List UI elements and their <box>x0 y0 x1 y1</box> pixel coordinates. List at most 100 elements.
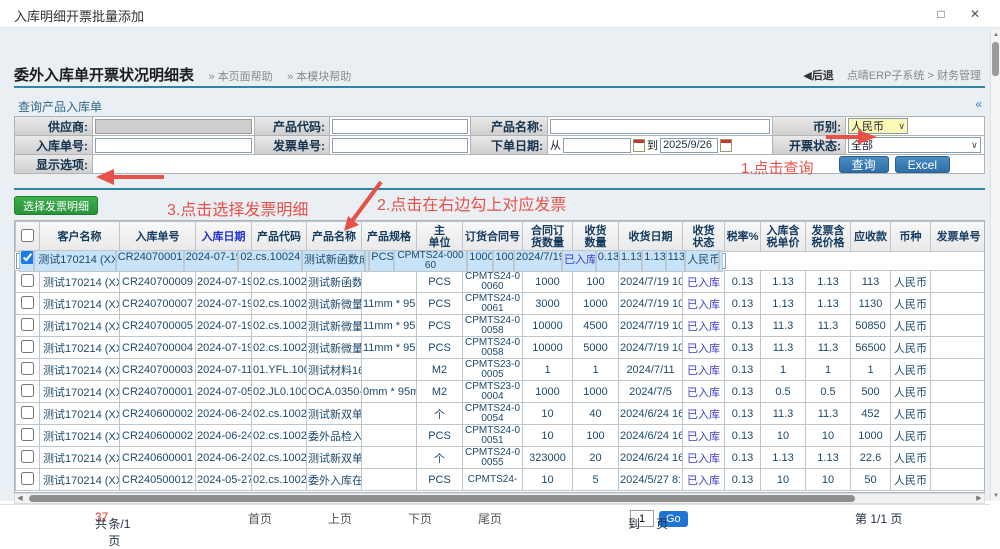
column-header-14[interactable]: 发票含 税价格 <box>806 222 851 252</box>
row-checkbox[interactable] <box>21 340 34 353</box>
select-invoice-detail-button[interactable]: 选择发票明细 <box>14 196 98 215</box>
scroll-left-icon[interactable]: ◀ <box>15 494 25 503</box>
collapse-icon[interactable]: « <box>975 97 982 111</box>
row-checkbox[interactable] <box>21 450 34 463</box>
breadcrumb: ◀后退 点晴ERP子系统 > 财务管理 <box>803 67 981 83</box>
row-checkbox[interactable] <box>21 428 34 441</box>
close-icon[interactable]: ✕ <box>964 5 986 23</box>
goto-page: 到页Go <box>628 510 688 527</box>
cell: 0.13 <box>725 447 761 469</box>
row-checkbox[interactable] <box>21 274 34 287</box>
row-checkbox[interactable] <box>21 406 34 419</box>
cell: 11mm * 95m <box>362 315 417 337</box>
cell: 测试新函数成 <box>307 271 362 293</box>
first-page-link[interactable]: 首页 <box>248 510 272 527</box>
cell: 11.3 <box>761 403 806 425</box>
table-row: 测试170214 (XX)CR2407000102024-07-1902.cs.… <box>16 253 727 269</box>
row-checkbox[interactable] <box>21 472 34 485</box>
row-checkbox[interactable] <box>21 362 34 375</box>
back-button[interactable]: ◀后退 <box>803 70 833 82</box>
column-header-1[interactable]: 入库单号 <box>120 222 196 252</box>
window-titlebar: 入库明细开票批量添加 □ ✕ <box>0 0 1000 28</box>
scroll-down-icon[interactable]: ▼ <box>991 493 1000 499</box>
cell: 323000 <box>523 447 573 469</box>
column-header-3[interactable]: 产品代码 <box>252 222 307 252</box>
column-header-6[interactable]: 主 单位 <box>417 222 463 252</box>
column-header-5[interactable]: 产品规格 <box>362 222 417 252</box>
cell[interactable]: 已入库 <box>562 250 596 272</box>
column-header-8[interactable]: 合同订 货数量 <box>523 222 573 252</box>
scroll-up-icon[interactable]: ▲ <box>991 32 1000 38</box>
column-header-7[interactable]: 订货合同号 <box>463 222 523 252</box>
cell: 20 <box>573 447 619 469</box>
invoice-status-select[interactable]: 全部 ∨ <box>848 137 981 153</box>
column-header-4[interactable]: 产品名称 <box>307 222 362 252</box>
cell: 0.5 <box>806 381 851 403</box>
cell[interactable]: 已入库 <box>683 271 725 293</box>
cell: 1.13 <box>761 447 806 469</box>
vertical-scroll-thumb[interactable] <box>992 42 999 76</box>
excel-button[interactable]: Excel <box>895 156 950 173</box>
inbound-no-input[interactable] <box>95 138 252 153</box>
row-checkbox[interactable] <box>21 318 34 331</box>
cell[interactable]: 已入库 <box>683 447 725 469</box>
cell[interactable]: 已入库 <box>683 315 725 337</box>
row-checkbox[interactable] <box>21 251 34 264</box>
cell: 113 <box>666 250 686 272</box>
column-header-15[interactable]: 应收款 <box>851 222 891 252</box>
breadcrumb-module[interactable]: 财务管理 <box>937 70 981 82</box>
column-header-17[interactable]: 发票单号 <box>931 222 986 252</box>
module-help-link[interactable]: » 本模块帮助 <box>287 71 351 83</box>
column-header-13[interactable]: 入库含 税单价 <box>761 222 806 252</box>
cell[interactable]: 已入库 <box>683 293 725 315</box>
column-header-16[interactable]: 币种 <box>891 222 931 252</box>
supplier-input[interactable] <box>95 119 252 134</box>
select-all-checkbox[interactable] <box>21 229 34 242</box>
cell: 人民币 <box>891 315 931 337</box>
product-name-input[interactable] <box>550 119 770 134</box>
column-header-9[interactable]: 收货 数量 <box>573 222 619 252</box>
invoice-no-input[interactable] <box>332 138 468 153</box>
row-select-cell <box>16 425 40 447</box>
horizontal-scrollbar[interactable]: ◀ ▶ <box>14 493 985 504</box>
column-header-11[interactable]: 收货 状态 <box>683 222 725 252</box>
page-help-link[interactable]: » 本页面帮助 <box>208 71 272 83</box>
date-to-input[interactable] <box>660 138 718 153</box>
cell: CPMTS24- <box>463 469 523 491</box>
cell: 50 <box>851 469 891 491</box>
calendar-icon[interactable] <box>633 139 645 152</box>
search-button[interactable]: 查询 <box>839 156 889 173</box>
last-page-link[interactable]: 尾页 <box>478 510 502 527</box>
table-row: 测试170214 (XX)CR2406000012024-06-2402.cs.… <box>16 447 986 469</box>
cell[interactable]: 已入库 <box>683 359 725 381</box>
column-header-0[interactable]: 客户名称 <box>40 222 120 252</box>
cell[interactable]: 已入库 <box>683 337 725 359</box>
date-from-input[interactable] <box>563 138 631 153</box>
calendar-icon[interactable] <box>720 139 732 152</box>
vertical-scrollbar[interactable]: ▲ ▼ <box>990 30 1000 501</box>
cell[interactable]: 已入库 <box>683 403 725 425</box>
breadcrumb-system[interactable]: 点晴ERP子系统 <box>847 70 925 82</box>
cell[interactable]: 已入库 <box>683 425 725 447</box>
cell: 2024-06-24 <box>196 403 252 425</box>
cell: 2024-07-05 <box>196 381 252 403</box>
cell: 0.13 <box>596 250 619 272</box>
cell: 10000 <box>523 315 573 337</box>
cell: 01.YFL.10000 <box>252 359 307 381</box>
cell: 5 <box>573 469 619 491</box>
maximize-icon[interactable]: □ <box>930 5 952 23</box>
column-header-10[interactable]: 收货日期 <box>619 222 683 252</box>
table-row: 测试170214 (XX)CR2406000022024-06-2402.cs.… <box>16 403 986 425</box>
product-code-input[interactable] <box>332 119 468 134</box>
column-header-12[interactable]: 税率% <box>725 222 761 252</box>
cell[interactable]: 已入库 <box>683 469 725 491</box>
cell: 测试新微量领 <box>307 293 362 315</box>
row-checkbox[interactable] <box>21 296 34 309</box>
next-page-link[interactable]: 下页 <box>408 510 432 527</box>
prev-page-link[interactable]: 上页 <box>328 510 352 527</box>
column-header-2[interactable]: 入库日期 <box>196 222 252 252</box>
scroll-right-icon[interactable]: ▶ <box>974 494 984 503</box>
cell[interactable]: 已入库 <box>683 381 725 403</box>
row-checkbox[interactable] <box>21 384 34 397</box>
currency-select[interactable]: 人民币 ∨ <box>848 118 908 134</box>
